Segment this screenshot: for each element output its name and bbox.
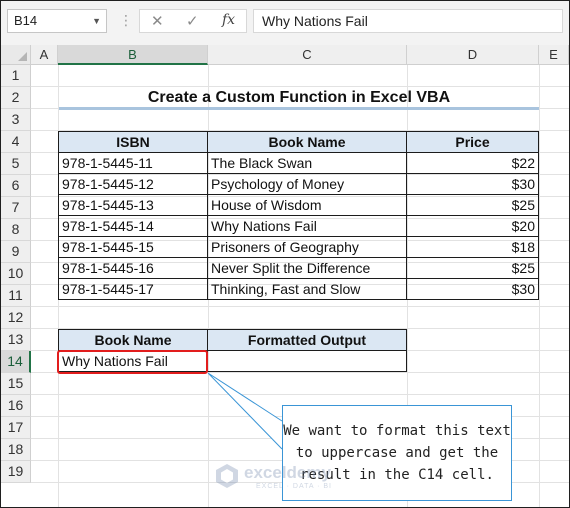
book-name-cell[interactable]: Why Nations Fail [207,215,407,237]
price-cell[interactable]: $25 [406,194,539,216]
column-header-e[interactable]: E [539,45,569,65]
row-header-7[interactable]: 7 [1,197,31,219]
column-header-d[interactable]: D [407,45,539,65]
row-header-17[interactable]: 17 [1,417,31,439]
watermark-tagline: EXCEL · DATA · BI [256,483,332,490]
name-box-value: B14 [14,13,38,28]
enter-icon[interactable]: ✓ [186,12,199,30]
gridline [31,306,569,307]
table-row: 978-1-5445-14 Why Nations Fail $20 [58,215,539,237]
book-name-cell[interactable]: House of Wisdom [207,194,407,216]
cancel-icon[interactable]: ✕ [151,12,164,30]
book-name-cell[interactable]: Prisoners of Geography [207,236,407,258]
price-cell[interactable]: $18 [406,236,539,258]
isbn-cell[interactable]: 978-1-5445-13 [58,194,208,216]
formula-input[interactable]: Why Nations Fail [253,9,563,33]
book-name-cell[interactable]: Never Split the Difference [207,257,407,279]
price-cell[interactable]: $22 [406,152,539,174]
price-cell[interactable]: $25 [406,257,539,279]
header-price[interactable]: Price [406,131,539,153]
row-header-6[interactable]: 6 [1,175,31,197]
table-row: 978-1-5445-13 House of Wisdom $25 [58,194,539,216]
row-header-10[interactable]: 10 [1,263,31,285]
formula-bar: B14 ▼ ⋮ ✕ ✓ fx Why Nations Fail [1,1,569,46]
book-name-cell[interactable]: Thinking, Fast and Slow [207,278,407,300]
table-row: 978-1-5445-16 Never Split the Difference $… [58,257,539,279]
row-header-14[interactable]: 14 [1,351,31,373]
row-header-12[interactable]: 12 [1,307,31,329]
table-row: 978-1-5445-12 Psychology of Money $30 [58,173,539,195]
gridline [31,394,569,395]
isbn-cell[interactable]: 978-1-5445-11 [58,152,208,174]
sheet-title: Create a Custom Function in Excel VBA [147,89,451,106]
column-header-b[interactable]: B [58,45,208,65]
title-underline [59,107,539,110]
price-cell[interactable]: $20 [406,215,539,237]
price-cell[interactable]: $30 [406,173,539,195]
table-row: 978-1-5445-17 Thinking, Fast and Slow $30 [58,278,539,300]
spreadsheet-window: B14 ▼ ⋮ ✕ ✓ fx Why Nations Fail A B C D … [0,0,570,508]
book-name-cell[interactable]: Psychology of Money [207,173,407,195]
isbn-cell[interactable]: 978-1-5445-14 [58,215,208,237]
table-row: 978-1-5445-11 The Black Swan $22 [58,152,539,174]
chevron-down-icon[interactable]: ▼ [92,10,101,32]
row-header-2[interactable]: 2 [1,87,31,109]
header-formatted-output[interactable]: Formatted Output [207,329,407,351]
row-header-1[interactable]: 1 [1,65,31,87]
row-header-19[interactable]: 19 [1,461,31,483]
name-box[interactable]: B14 ▼ [7,9,107,33]
isbn-cell[interactable]: 978-1-5445-16 [58,257,208,279]
active-cell-highlight [57,350,208,374]
row-header-13[interactable]: 13 [1,329,31,351]
row-header-8[interactable]: 8 [1,219,31,241]
isbn-cell[interactable]: 978-1-5445-15 [58,236,208,258]
header-book-name[interactable]: Book Name [207,131,407,153]
row-header-3[interactable]: 3 [1,109,31,131]
watermark: exceldemy EXCEL · DATA · BI [214,459,354,499]
table-row: 978-1-5445-15 Prisoners of Geography $18 [58,236,539,258]
row-header-16[interactable]: 16 [1,395,31,417]
row-header-5[interactable]: 5 [1,153,31,175]
gridline [539,65,540,507]
row-header-15[interactable]: 15 [1,373,31,395]
book-name-cell[interactable]: The Black Swan [207,152,407,174]
isbn-cell[interactable]: 978-1-5445-12 [58,173,208,195]
column-header-a[interactable]: A [31,45,58,65]
more-options-icon[interactable]: ⋮ [119,12,133,29]
book-table: ISBN Book Name Price 978-1-5445-11 The Bl… [58,131,539,300]
watermark-name: exceldemy [244,463,331,482]
header-isbn[interactable]: ISBN [58,131,208,153]
price-cell[interactable]: $30 [406,278,539,300]
select-all-corner[interactable] [1,45,31,65]
callout-line: We want to format this text [283,423,511,439]
exceldemy-logo-icon [216,464,238,488]
header-book-name[interactable]: Book Name [58,329,208,351]
row-header-11[interactable]: 11 [1,285,31,307]
cell-c14[interactable] [207,350,407,372]
row-header-9[interactable]: 9 [1,241,31,263]
insert-function-icon[interactable]: fx [222,12,235,28]
row-header-18[interactable]: 18 [1,439,31,461]
column-header-c[interactable]: C [208,45,407,65]
isbn-cell[interactable]: 978-1-5445-17 [58,278,208,300]
formula-buttons: ✕ ✓ fx [139,9,247,33]
row-header-4[interactable]: 4 [1,131,31,153]
